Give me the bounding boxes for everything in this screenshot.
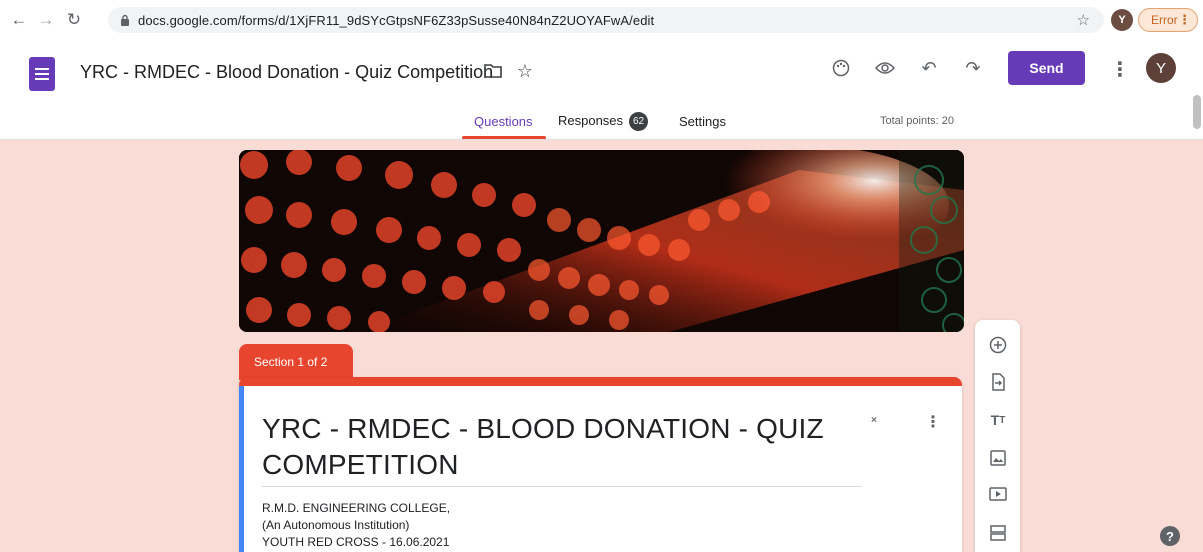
browser-profile-avatar[interactable]: Y bbox=[1111, 9, 1133, 31]
error-label: Error bbox=[1151, 13, 1178, 27]
palette-icon[interactable] bbox=[829, 56, 853, 80]
add-question-icon[interactable] bbox=[987, 334, 1009, 356]
reload-icon[interactable]: ↻ bbox=[61, 7, 87, 33]
image-icon[interactable] bbox=[987, 447, 1009, 469]
active-tab-indicator bbox=[462, 136, 546, 139]
eye-icon[interactable] bbox=[873, 56, 897, 80]
send-button[interactable]: Send bbox=[1008, 51, 1085, 85]
tab-responses[interactable]: Responses 62 bbox=[558, 112, 649, 131]
forward-icon[interactable]: → bbox=[33, 7, 59, 33]
form-tabs: Questions Responses 62 Settings Total poi… bbox=[0, 112, 1203, 140]
description-line: (An Autonomous Institution) bbox=[262, 518, 410, 532]
card-title[interactable]: YRC - RMDEC - BLOOD DONATION - QUIZ COMP… bbox=[262, 411, 862, 483]
responses-count-badge: 62 bbox=[629, 112, 649, 131]
total-points: Total points: 20 bbox=[880, 115, 954, 127]
error-button[interactable]: Error ⋮ bbox=[1138, 8, 1198, 32]
address-bar[interactable]: docs.google.com/forms/d/1XjFR11_9dSYcGtp… bbox=[108, 7, 1104, 33]
description-line: R.M.D. ENGINEERING COLLEGE, bbox=[262, 501, 451, 515]
section-label: Section 1 of 2 bbox=[239, 344, 353, 380]
url-text: docs.google.com/forms/d/1XjFR11_9dSYcGtp… bbox=[138, 12, 655, 28]
title-text-icon[interactable]: TT bbox=[987, 409, 1009, 431]
form-title[interactable]: YRC - RMDEC - Blood Donation - Quiz Comp… bbox=[80, 62, 493, 83]
help-icon[interactable]: ? bbox=[1160, 526, 1180, 546]
lock-icon bbox=[121, 14, 129, 26]
tab-responses-label: Responses bbox=[558, 112, 624, 128]
collapse-icon[interactable]: ⌄ ⌃ bbox=[869, 410, 879, 430]
tab-questions[interactable]: Questions bbox=[474, 114, 533, 129]
more-vert-icon[interactable]: ⋮ bbox=[925, 412, 941, 432]
description-line: YOUTH RED CROSS - 16.06.2021 bbox=[262, 535, 450, 549]
form-description[interactable]: R.M.D. ENGINEERING COLLEGE, (An Autonomo… bbox=[262, 500, 450, 551]
star-icon[interactable]: ☆ bbox=[513, 59, 537, 83]
folder-icon[interactable] bbox=[481, 59, 505, 83]
form-title-card[interactable]: YRC - RMDEC - BLOOD DONATION - QUIZ COMP… bbox=[239, 377, 962, 552]
star-icon[interactable]: ☆ bbox=[1077, 11, 1090, 29]
video-icon[interactable] bbox=[987, 483, 1009, 505]
more-vert-icon: ⋮ bbox=[1178, 12, 1191, 27]
forms-logo-icon[interactable] bbox=[29, 57, 55, 91]
title-divider bbox=[262, 486, 862, 487]
forms-header: YRC - RMDEC - Blood Donation - Quiz Comp… bbox=[0, 40, 1203, 140]
redo-icon[interactable]: ↷ bbox=[961, 56, 985, 80]
undo-icon[interactable]: ↶ bbox=[917, 56, 941, 80]
browser-toolbar: ← → ↻ docs.google.com/forms/d/1XjFR11_9d… bbox=[0, 0, 1203, 40]
section-icon[interactable] bbox=[987, 522, 1009, 544]
more-vert-icon[interactable]: ⋮ bbox=[1110, 57, 1130, 82]
question-toolbar: TT bbox=[975, 320, 1020, 552]
tab-settings[interactable]: Settings bbox=[679, 114, 726, 129]
import-questions-icon[interactable] bbox=[987, 371, 1009, 393]
back-icon[interactable]: ← bbox=[6, 7, 32, 33]
header-banner-image bbox=[239, 150, 964, 332]
avatar[interactable]: Y bbox=[1146, 53, 1176, 83]
card-focus-indicator bbox=[239, 386, 244, 552]
